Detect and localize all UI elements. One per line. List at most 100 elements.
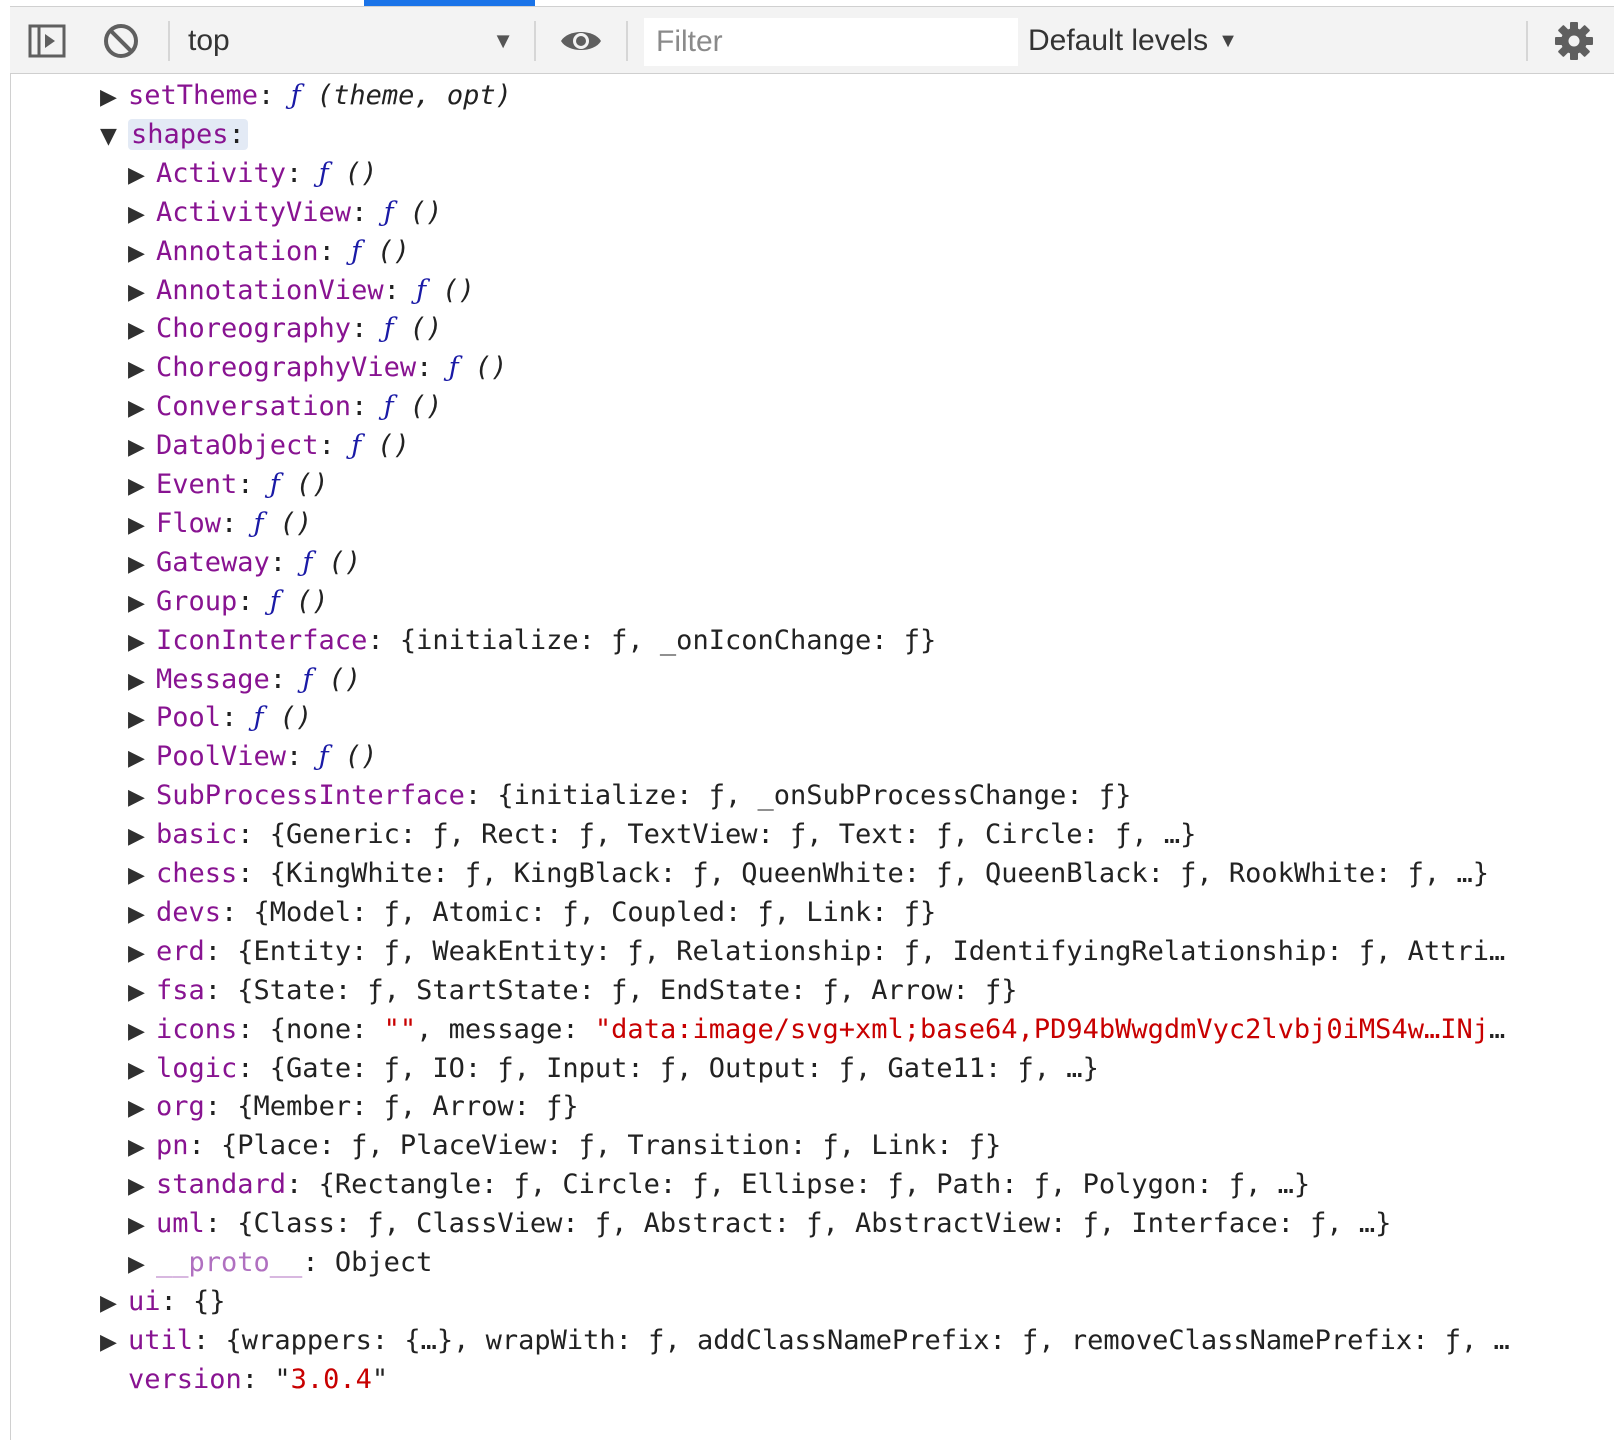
expand-triangle-icon[interactable]: ▶ bbox=[100, 1284, 128, 1322]
property-value: {Gate: ƒ, IO: ƒ, Input: ƒ, Output: ƒ, Ga… bbox=[269, 1052, 1099, 1084]
console-child-row[interactable]: ▶ Group: ƒ () bbox=[128, 582, 1510, 622]
console-child-row[interactable]: ▶ DataObject: ƒ () bbox=[128, 426, 1510, 466]
console-child-row[interactable]: ▶ IconInterface: {initialize: ƒ, _onIconC… bbox=[128, 621, 1510, 661]
console-child-row[interactable]: ▶ standard: {Rectangle: ƒ, Circle: ƒ, Ell… bbox=[128, 1165, 1510, 1205]
console-child-row[interactable]: ▶ Event: ƒ () bbox=[128, 465, 1510, 505]
console-child-row[interactable]: ▶ Gateway: ƒ () bbox=[128, 543, 1510, 583]
console-child-row[interactable]: ▶ ChoreographyView: ƒ () bbox=[128, 348, 1510, 388]
console-child-row[interactable]: ▶ erd: {Entity: ƒ, WeakEntity: ƒ, Relatio… bbox=[128, 932, 1510, 972]
console-child-row[interactable]: ▶ uml: {Class: ƒ, ClassView: ƒ, Abstract:… bbox=[128, 1204, 1510, 1244]
expand-triangle-icon[interactable]: ▶ bbox=[100, 78, 128, 116]
function-signature: () bbox=[361, 430, 410, 462]
expand-triangle-icon[interactable]: ▶ bbox=[128, 1167, 156, 1205]
console-child-row[interactable]: ▶ PoolView: ƒ () bbox=[128, 737, 1510, 777]
expand-triangle-icon[interactable]: ▶ bbox=[128, 662, 156, 700]
expand-triangle-icon[interactable]: ▶ bbox=[128, 467, 156, 505]
function-signature: () bbox=[328, 741, 378, 773]
expand-triangle-icon[interactable]: ▶ bbox=[128, 506, 156, 544]
function-signature: () bbox=[393, 313, 443, 345]
expand-triangle-icon[interactable]: ▶ bbox=[128, 545, 156, 583]
expand-triangle-icon[interactable]: ▶ bbox=[128, 234, 156, 272]
expand-triangle-icon[interactable]: ▶ bbox=[128, 623, 156, 661]
console-row[interactable]: ▶ util: {wrappers: {…}, wrapWith: ƒ, addC… bbox=[100, 1321, 1510, 1361]
console-child-row[interactable]: ▶ Flow: ƒ () bbox=[128, 504, 1510, 544]
property-key: Choreography bbox=[156, 313, 352, 345]
property-key: chess bbox=[156, 858, 238, 889]
function-marker: ƒ bbox=[351, 235, 362, 267]
property-value: , message: bbox=[416, 1013, 595, 1045]
property-key: PoolView bbox=[156, 741, 287, 773]
expand-triangle-icon[interactable]: ▶ bbox=[128, 389, 156, 427]
console-child-row[interactable]: ▶ pn: {Place: ƒ, PlaceView: ƒ, Transition… bbox=[128, 1126, 1510, 1166]
clear-console-icon[interactable] bbox=[102, 22, 140, 60]
property-value: {none: bbox=[269, 1013, 384, 1045]
expand-triangle-icon[interactable]: ▶ bbox=[128, 584, 156, 622]
expand-triangle-icon[interactable]: ▶ bbox=[128, 973, 156, 1011]
expand-triangle-icon[interactable]: ▶ bbox=[128, 428, 156, 466]
property-key: Pool bbox=[156, 702, 222, 734]
collapse-triangle-icon[interactable]: ▼ bbox=[100, 117, 128, 155]
console-child-row[interactable]: ▶ ActivityView: ƒ () bbox=[128, 193, 1510, 233]
expand-triangle-icon[interactable]: ▶ bbox=[100, 1323, 128, 1361]
expand-triangle-icon[interactable]: ▶ bbox=[128, 700, 156, 738]
property-key: fsa bbox=[156, 974, 205, 1006]
console-child-row[interactable]: ▶ fsa: {State: ƒ, StartState: ƒ, EndState… bbox=[128, 971, 1510, 1011]
context-selector[interactable]: top ▼ bbox=[188, 20, 528, 62]
log-levels-dropdown[interactable]: Default levels ▼ bbox=[1028, 20, 1258, 62]
expand-triangle-icon[interactable]: ▶ bbox=[128, 1245, 156, 1283]
function-signature: () bbox=[279, 585, 329, 617]
function-marker: ƒ bbox=[290, 80, 301, 111]
console-child-row[interactable]: ▶ chess: {KingWhite: ƒ, KingBlack: ƒ, Que… bbox=[128, 854, 1510, 894]
expand-triangle-icon[interactable]: ▶ bbox=[128, 934, 156, 972]
expand-triangle-icon[interactable]: ▶ bbox=[128, 856, 156, 894]
console-child-row[interactable]: ▶ Conversation: ƒ () bbox=[128, 387, 1510, 427]
property-value: Object bbox=[334, 1247, 433, 1278]
console-child-row[interactable]: ▶ Annotation: ƒ () bbox=[128, 232, 1510, 272]
expand-triangle-icon[interactable]: ▶ bbox=[128, 1012, 156, 1050]
function-signature: () bbox=[458, 352, 508, 384]
console-child-row[interactable]: ▶ AnnotationView: ƒ () bbox=[128, 271, 1510, 311]
filter-input[interactable] bbox=[644, 18, 1018, 66]
settings-gear-icon[interactable] bbox=[1554, 21, 1594, 61]
show-sidebar-icon[interactable] bbox=[28, 24, 66, 58]
property-value: {State: ƒ, StartState: ƒ, EndState: ƒ, A… bbox=[237, 974, 1018, 1006]
console-child-row[interactable]: ▶ logic: {Gate: ƒ, IO: ƒ, Input: ƒ, Outpu… bbox=[128, 1049, 1510, 1089]
console-child-row[interactable]: ▶ devs: {Model: ƒ, Atomic: ƒ, Coupled: ƒ,… bbox=[128, 893, 1510, 933]
console-child-row[interactable]: ▶ Pool: ƒ () bbox=[128, 698, 1510, 738]
expand-triangle-icon[interactable]: ▶ bbox=[128, 739, 156, 777]
console-child-row[interactable]: ▶ __proto__: Object bbox=[128, 1243, 1510, 1283]
expand-triangle-icon[interactable]: ▶ bbox=[128, 1206, 156, 1244]
function-marker: ƒ bbox=[269, 585, 280, 617]
expand-triangle-icon[interactable]: ▶ bbox=[128, 1051, 156, 1089]
console-child-row[interactable]: ▶ icons: {none: "", message: "data:image/… bbox=[128, 1010, 1510, 1050]
property-value: {Rectangle: ƒ, Circle: ƒ, Ellipse: ƒ, Pa… bbox=[318, 1169, 1311, 1201]
expand-triangle-icon[interactable]: ▶ bbox=[128, 817, 156, 855]
console-row[interactable]: ▶ setTheme: ƒ (theme, opt) bbox=[100, 76, 1510, 116]
expand-triangle-icon[interactable]: ▶ bbox=[128, 1089, 156, 1127]
console-row[interactable]: ▼ shapes: bbox=[100, 115, 1510, 155]
expand-triangle-icon[interactable]: ▶ bbox=[128, 273, 156, 311]
console-child-row[interactable]: ▶ Message: ƒ () bbox=[128, 660, 1510, 700]
console-child-row[interactable]: ▶ SubProcessInterface: {initialize: ƒ, _o… bbox=[128, 776, 1510, 816]
function-marker: ƒ bbox=[269, 469, 280, 500]
expand-triangle-icon[interactable]: ▶ bbox=[128, 1128, 156, 1166]
expand-triangle-icon[interactable]: ▶ bbox=[128, 311, 156, 349]
console-child-row[interactable]: ▶ basic: {Generic: ƒ, Rect: ƒ, TextView: … bbox=[128, 815, 1510, 855]
expand-triangle-icon[interactable]: ▶ bbox=[128, 778, 156, 816]
live-expression-eye-icon[interactable] bbox=[558, 21, 604, 61]
function-signature: () bbox=[279, 469, 329, 500]
property-key: pn bbox=[156, 1130, 189, 1162]
selected-key[interactable]: shapes: bbox=[128, 118, 248, 150]
expand-triangle-icon[interactable]: ▶ bbox=[128, 895, 156, 933]
console-child-row[interactable]: ▶ Activity: ƒ () bbox=[128, 154, 1510, 194]
expand-triangle-icon[interactable]: ▶ bbox=[128, 156, 156, 194]
console-child-row[interactable]: ▶ Choreography: ƒ () bbox=[128, 309, 1510, 349]
expand-triangle-icon[interactable]: ▶ bbox=[128, 195, 156, 233]
property-key: Event bbox=[156, 469, 238, 500]
function-marker: ƒ bbox=[383, 391, 394, 423]
console-row[interactable]: ▶ ui: {} bbox=[100, 1282, 1510, 1322]
toolbar-divider bbox=[168, 21, 170, 61]
property-key: Flow bbox=[156, 507, 222, 539]
console-child-row[interactable]: ▶ org: {Member: ƒ, Arrow: ƒ} bbox=[128, 1087, 1510, 1127]
expand-triangle-icon[interactable]: ▶ bbox=[128, 350, 156, 388]
